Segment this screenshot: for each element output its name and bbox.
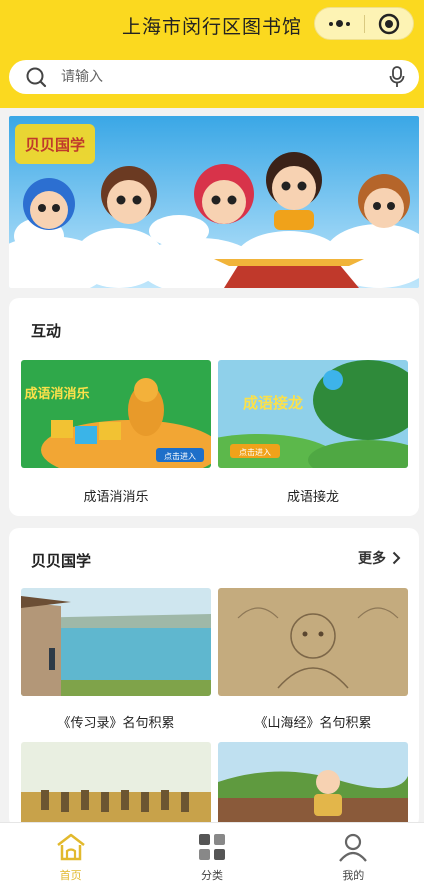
interactive-section: 互动 点击进入 成语消消乐 成语消消乐 点击进入 成语接龙 成语接龙	[9, 298, 419, 516]
game-thumb-jielong[interactable]: 点击进入 成语接龙	[218, 360, 408, 468]
course-thumb-shanhaijing[interactable]	[218, 588, 408, 696]
home-icon	[56, 833, 85, 861]
promo-banner[interactable]: 贝贝国学	[9, 116, 419, 288]
course-label-chuanxilu[interactable]: 《传习录》名句积累	[21, 712, 211, 731]
banner-logo: 贝贝国学	[25, 136, 85, 154]
svg-text:点击进入: 点击进入	[239, 447, 271, 457]
army-illustration	[21, 742, 211, 828]
sketch-creature-illustration	[218, 588, 408, 696]
tab-home-label: 首页	[59, 869, 82, 882]
tab-mine-label: 我的	[342, 869, 365, 882]
search-input[interactable]	[61, 69, 361, 85]
course-thumb-4[interactable]	[218, 742, 408, 828]
top-bar: 上海市闵行区图书馆	[0, 0, 424, 108]
more-label: 更多	[358, 551, 386, 567]
lake-pavilion-illustration	[21, 588, 211, 696]
close-program-button[interactable]	[365, 8, 413, 39]
mini-program-capsule	[314, 7, 414, 40]
tab-mine[interactable]: 我的	[283, 823, 424, 888]
svg-text:成语接龙: 成语接龙	[243, 394, 303, 412]
section-title: 贝贝国学	[31, 552, 92, 570]
banner-illustration: 贝贝国学	[9, 116, 419, 288]
game-label-xiaoxiaole[interactable]: 成语消消乐	[21, 486, 211, 505]
svg-text:点击进入: 点击进入	[164, 451, 196, 461]
course-label-shanhaijing[interactable]: 《山海经》名句积累	[218, 712, 408, 731]
game-illustration-xiaoxiaole: 点击进入 成语消消乐	[21, 360, 211, 468]
tab-home[interactable]: 首页	[0, 823, 141, 888]
tab-category[interactable]: 分类	[141, 823, 282, 888]
farm-field-illustration	[218, 742, 408, 828]
target-icon	[378, 13, 400, 34]
section-title: 互动	[31, 322, 62, 340]
user-icon	[339, 833, 368, 862]
svg-text:成语消消乐: 成语消消乐	[24, 386, 89, 402]
category-icon	[198, 834, 225, 860]
guoxue-section: 贝贝国学 更多 《传习录》名句积累 《山海经》名句积累	[9, 528, 419, 828]
game-label-jielong[interactable]: 成语接龙	[218, 486, 408, 505]
search-icon	[26, 67, 47, 88]
course-thumb-3[interactable]	[21, 742, 211, 828]
more-menu-button[interactable]	[315, 8, 364, 39]
more-link[interactable]: 更多	[358, 548, 401, 568]
microphone-icon[interactable]	[389, 66, 405, 88]
bottom-tab-bar: 首页 分类 我的	[0, 822, 424, 888]
game-illustration-jielong: 点击进入 成语接龙	[218, 360, 408, 468]
course-thumb-chuanxilu[interactable]	[21, 588, 211, 696]
tab-category-label: 分类	[200, 869, 223, 882]
search-bar[interactable]	[9, 60, 419, 94]
game-thumb-xiaoxiaole[interactable]: 点击进入 成语消消乐	[21, 360, 211, 468]
chevron-right-icon	[392, 551, 401, 565]
